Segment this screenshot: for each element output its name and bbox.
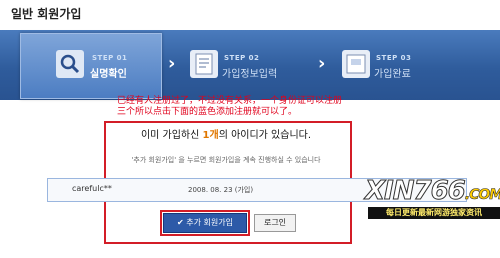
page-title: 일반 회원가입 <box>11 7 82 21</box>
chevron-right-icon: › <box>318 53 326 74</box>
add-member-hint: '추가 회원가입' 을 누르면 회원가입을 계속 진행하실 수 있습니다 <box>131 156 321 164</box>
duplicate-account-message: 이미 가입하신 1개의 아이디가 있습니다. <box>112 126 340 141</box>
magnifier-icon <box>56 50 84 78</box>
account-join-date: 2008. 08. 23 (가입) <box>188 186 254 194</box>
message-suffix: 의 아이디가 있습니다. <box>218 130 312 141</box>
annotation-line-1: 已经有人注册过了，不过没有关系，一个身份证可以注册 <box>117 96 343 106</box>
step-03-label: 가입완료 <box>374 69 411 80</box>
form-document-icon <box>190 50 218 78</box>
chevron-right-icon: › <box>168 53 176 74</box>
step-03-number: STEP 03 <box>376 54 412 62</box>
step-01-label: 실명확인 <box>90 69 127 80</box>
add-member-button-label: 추가 회원가입 <box>186 218 233 227</box>
check-icon: ✔ <box>177 218 184 227</box>
site-watermark-logo: XIN766.COM <box>365 176 500 207</box>
annotation-line-2: 三个所以点击下面的蓝色添加注册就可以了。 <box>117 107 298 117</box>
annotation-text: 已经有人注册过了，不过没有关系，一个身份证可以注册 三个所以点击下面的蓝色添加注… <box>117 96 385 118</box>
watermark-site: XIN766 <box>365 176 467 207</box>
login-button[interactable]: 로그인 <box>254 214 296 232</box>
add-member-button[interactable]: ✔ 추가 회원가입 <box>160 210 250 236</box>
watermark-tld: .COM <box>464 187 500 204</box>
message-prefix: 이미 가입하신 <box>140 130 203 141</box>
step-01-number: STEP 01 <box>92 54 128 62</box>
step-02-label: 가입정보입력 <box>222 69 278 80</box>
watermark-slogan: 每日更新最新网游独家资讯 <box>368 207 500 219</box>
account-id: carefulc** <box>72 184 112 193</box>
completion-icon <box>342 50 370 78</box>
step-02-number: STEP 02 <box>224 54 260 62</box>
account-count: 1개 <box>202 130 219 141</box>
